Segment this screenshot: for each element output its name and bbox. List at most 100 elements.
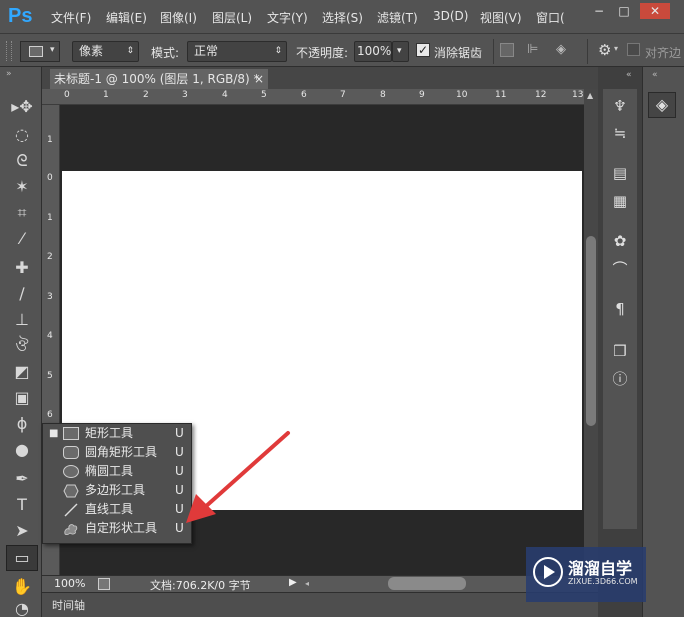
stamp-icon[interactable]: ⊥ [9,308,35,332]
path-arrangement-icon[interactable]: ◈ [556,42,574,58]
mode-select-value: 正常 [194,44,219,58]
type-icon[interactable]: T [9,493,35,517]
ruler-label: 0 [64,90,70,100]
path-select-icon[interactable]: ➤ [9,519,35,543]
brush-icon[interactable]: ∕ [9,282,35,306]
menu-image[interactable]: 图像(I) [160,9,197,27]
play-triangle-icon [544,565,555,579]
history-icon[interactable]: ▤ [608,162,632,184]
paths-icon[interactable]: ⌒ [608,258,632,280]
photoshop-logo: Ps [8,5,33,27]
lasso-icon[interactable]: ᘓ [9,149,35,173]
marquee-icon[interactable]: ◌ [9,123,35,147]
ruler-label: 2 [47,252,53,262]
eyedropper-icon[interactable]: ⁄ [9,227,35,251]
shape-menu-item[interactable]: 自定形状工具 U [43,519,191,538]
ruler-label: 4 [47,331,53,341]
document-tab[interactable]: 未标题-1 @ 100% (图层 1, RGB/8) * × [50,69,268,89]
collapse-panel-icon[interactable]: » [6,69,12,79]
ruler-label: 8 [380,90,386,100]
menu-select[interactable]: 选择(S) [322,9,363,27]
layers-panel-collapsed [642,67,684,617]
eraser-icon[interactable]: ◩ [9,360,35,384]
timeline-label: 时间轴 [52,599,85,612]
line-icon [63,503,79,517]
brush-preset-icon[interactable]: ♆ [608,95,632,117]
scroll-up-icon[interactable]: ▲ [587,91,593,100]
ruler-label: 7 [340,90,346,100]
crop-icon[interactable]: ⌗ [9,201,35,225]
status-menu-icon[interactable]: ▶ [289,577,297,588]
status-bar: 100% 文档:706.2K/0 字节 ▶ ◂ [42,575,598,592]
magic-wand-icon[interactable]: ✶ [9,175,35,199]
history-brush-icon[interactable]: ঔ [9,334,35,358]
shape-menu-label: 直线工具 [85,502,134,516]
vertical-scroll-thumb[interactable] [586,236,596,426]
close-tab-icon[interactable]: × [254,69,264,89]
zoom-level[interactable]: 100% [54,577,85,590]
gear-icon[interactable]: ⚙ [598,41,614,59]
document-preview-icon[interactable] [98,578,110,590]
opacity-input[interactable]: 100% [354,41,392,62]
close-window-button[interactable]: ✕ [640,3,670,19]
menu-file[interactable]: 文件(F) [51,9,91,27]
align-edges-checkbox[interactable] [627,43,640,56]
move-tool-icon[interactable]: ▸✥ [9,95,35,119]
options-divider [587,39,588,64]
menu-3d[interactable]: 3D(D) [433,9,468,27]
shape-menu-item[interactable]: ■ 矩形工具 U [43,424,191,443]
path-operations-icon[interactable] [500,43,514,57]
menu-layer[interactable]: 图层(L) [212,9,252,27]
layers-icon[interactable]: ◈ [648,92,676,118]
character-icon[interactable]: ¶ [608,298,632,320]
info-icon[interactable]: ⓘ [608,368,632,390]
horizontal-scroll-thumb[interactable] [388,577,466,590]
chevron-down-icon[interactable]: ▾ [614,44,618,53]
timeline-panel[interactable]: 时间轴 [42,592,598,617]
blur-icon[interactable]: ϕ [9,412,35,436]
gradient-icon[interactable]: ▣ [9,386,35,410]
opacity-dropdown-button[interactable]: ▾ [392,41,409,62]
collapse-layers-icon[interactable]: « [652,70,658,80]
ellipse-icon [63,465,79,478]
document-info: 文档:706.2K/0 字节 [150,579,251,592]
healing-icon[interactable]: ✚ [9,256,35,280]
unit-select-value: 像素 [79,44,104,58]
dodge-icon[interactable]: ● [9,438,35,462]
3d-icon[interactable]: ❒ [608,340,632,362]
collapse-dock-icon[interactable]: « [626,70,632,80]
shape-menu-item[interactable]: 圆角矩形工具 U [43,443,191,462]
chevron-down-icon: ▾ [50,45,55,55]
annotation-arrow [186,431,290,523]
shape-menu-item[interactable]: 多边形工具 U [43,481,191,500]
rectangle-tool-icon[interactable]: ▭ [6,545,38,571]
hand-icon[interactable]: ✋ [9,575,35,599]
antialias-checkbox[interactable]: ✓ [416,43,430,57]
menu-edit[interactable]: 编辑(E) [106,9,147,27]
brush-settings-icon[interactable]: ≒ [608,122,632,144]
ruler-label: 0 [47,173,53,183]
tool-preset-picker[interactable]: ▾ [20,41,60,62]
path-alignment-icon[interactable]: ⊫ [527,42,541,58]
color-icon[interactable]: ✿ [608,230,632,252]
unit-select[interactable]: 像素 ⇕ [72,41,139,62]
ruler-label: 12 [535,90,547,100]
menu-window[interactable]: 窗口( [536,9,565,27]
shape-menu-label: 圆角矩形工具 [85,445,158,459]
scroll-left-icon[interactable]: ◂ [305,579,309,588]
menu-view[interactable]: 视图(V) [480,9,522,27]
menu-filter[interactable]: 滤镜(T) [377,9,418,27]
mode-select[interactable]: 正常 ⇕ [187,41,287,62]
polygon-icon [63,484,79,498]
menu-type[interactable]: 文字(Y) [267,9,308,27]
properties-icon[interactable]: ▦ [608,190,632,212]
ruler-label: 13 [572,90,584,100]
maximize-button[interactable]: □ [613,3,635,19]
options-grip[interactable] [6,41,12,61]
align-edges-label: 对齐边 [645,46,682,60]
pen-icon[interactable]: ✒ [9,467,35,491]
zoom-icon[interactable]: ◔ [9,597,35,617]
shape-menu-item[interactable]: 椭圆工具 U [43,462,191,481]
minimize-button[interactable]: − [588,3,610,19]
shape-menu-item[interactable]: 直线工具 U [43,500,191,519]
